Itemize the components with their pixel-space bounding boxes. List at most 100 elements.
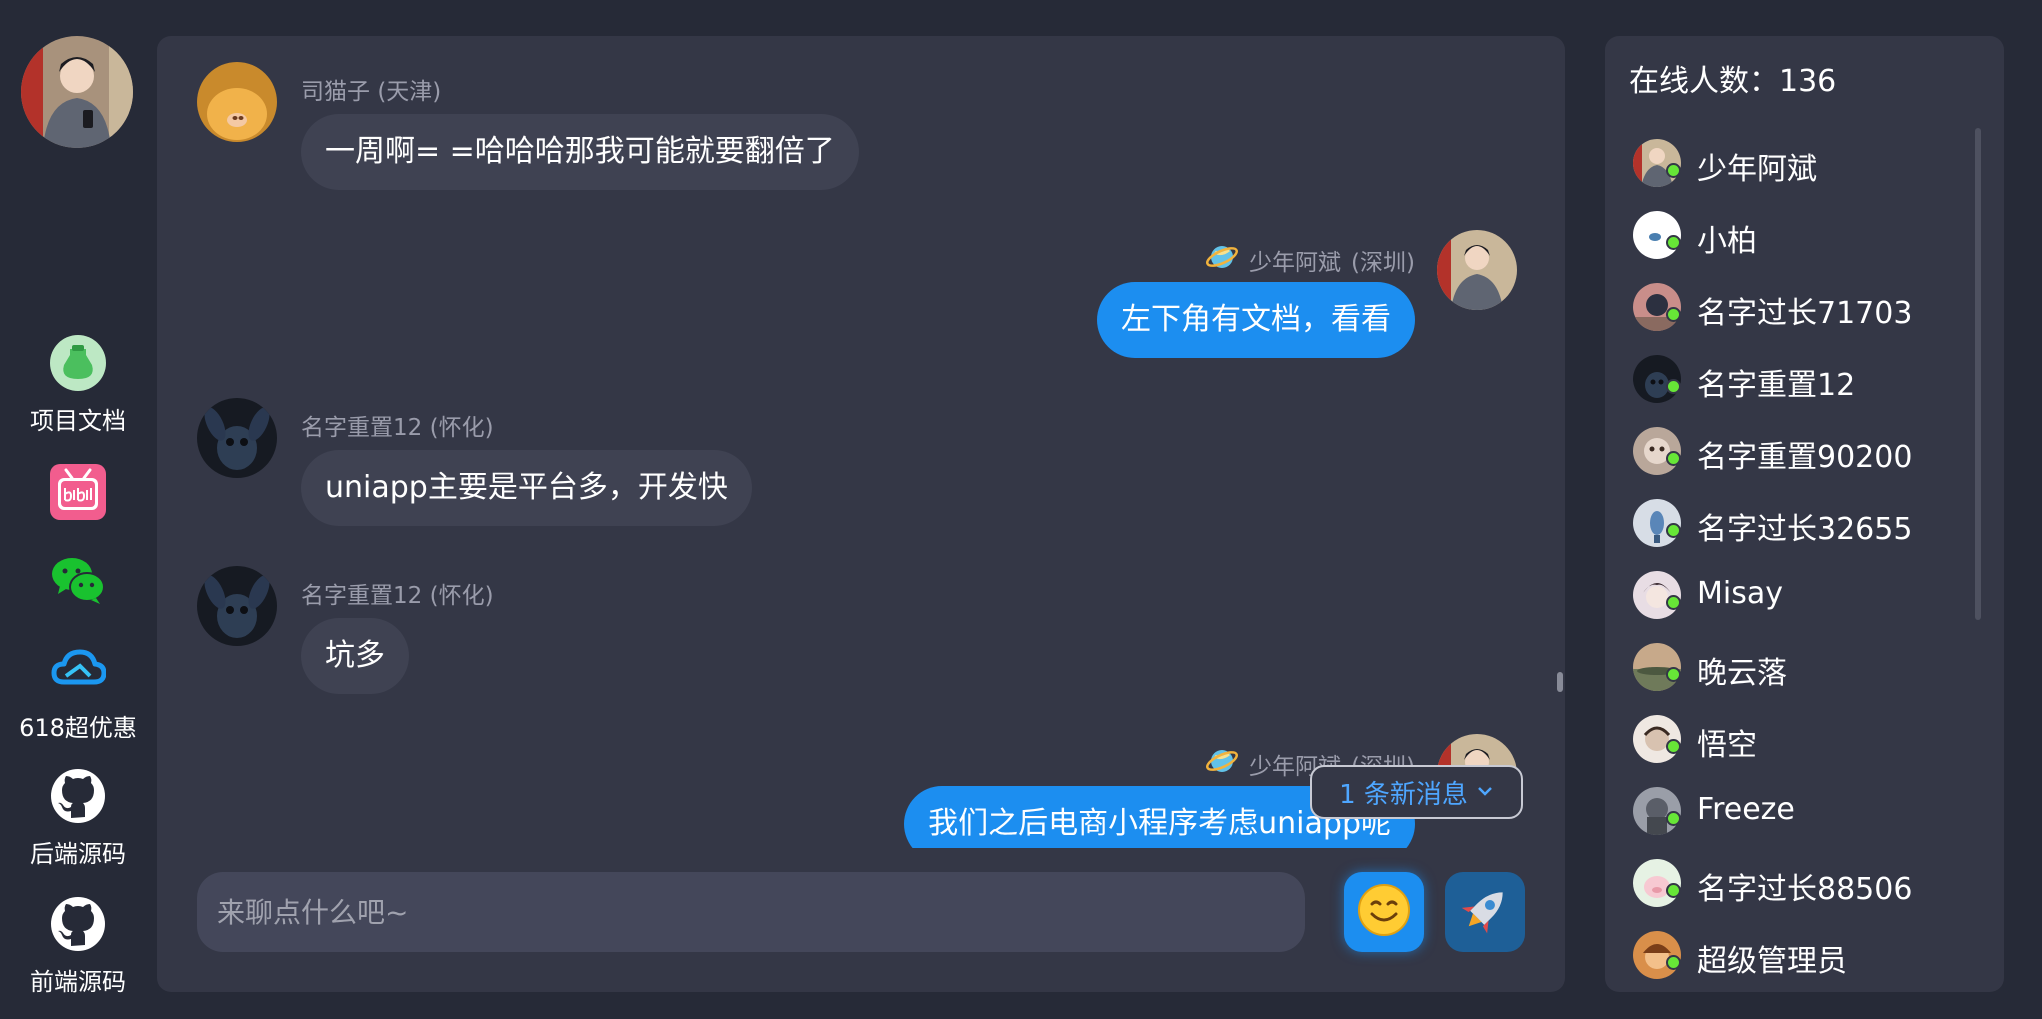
online-status-dot <box>1666 595 1681 610</box>
sender-name: 少年阿斌 <box>1249 250 1342 276</box>
user-avatar[interactable] <box>197 62 277 142</box>
sidebar-item-label: 618超优惠 <box>19 714 137 742</box>
user-name: 名字过长88506 <box>1697 872 1913 907</box>
planet-icon <box>1205 744 1239 784</box>
bilibili-icon <box>50 464 106 520</box>
online-status-dot <box>1666 379 1681 394</box>
user-name: 名字重置90200 <box>1697 440 1913 475</box>
online-user-item[interactable]: 名字重置90200 <box>1605 416 1985 488</box>
online-user-item[interactable]: 名字过长71703 <box>1605 272 1985 344</box>
message-meta: 少年阿斌 (深圳) <box>1205 240 1415 280</box>
chat-panel: 司猫子 (天津) 一周啊= =哈哈哈那我可能就要翻倍了 少年阿斌 (深圳) 左下… <box>157 36 1565 992</box>
avatar <box>1633 571 1681 619</box>
sender-location: (怀化) <box>429 415 494 441</box>
online-user-item[interactable]: 小柏 <box>1605 200 1985 272</box>
message-scrollbar[interactable] <box>1557 672 1563 692</box>
sidebar-item-bilibili[interactable] <box>0 464 156 520</box>
online-status-dot <box>1666 811 1681 826</box>
online-status-dot <box>1666 523 1681 538</box>
message-meta: 名字重置12 (怀化) <box>301 576 494 610</box>
online-count: 在线人数：136 <box>1629 64 1837 99</box>
message-bubble: uniapp主要是平台多，开发快 <box>301 450 752 526</box>
avatar <box>1633 427 1681 475</box>
avatar <box>1633 931 1681 979</box>
user-name: 名字重置12 <box>1697 368 1856 403</box>
new-message-label: 1 条新消息 <box>1339 779 1468 810</box>
project-docs-icon <box>50 335 106 391</box>
user-name: 名字过长71703 <box>1697 296 1913 331</box>
user-name: 小柏 <box>1697 224 1757 259</box>
sender-location: (天津) <box>377 79 442 105</box>
online-user-item[interactable]: 悟空 <box>1605 704 1985 776</box>
sidebar-item-frontend-source[interactable]: 前端源码 <box>0 896 156 997</box>
online-user-list[interactable]: 少年阿斌 小柏 名字过长71703 名字重置12 名字重置90200 名字过长3… <box>1605 128 2004 988</box>
sidebar-item-project-docs[interactable]: 项目文档 <box>0 335 156 436</box>
user-name: Freeze <box>1697 792 1795 827</box>
sender-name: 司猫子 <box>301 79 370 105</box>
sidebar: 项目文档 618超优惠 后端源码 前端源码 <box>0 0 156 1019</box>
online-status-dot <box>1666 451 1681 466</box>
sidebar-item-label: 前端源码 <box>30 968 126 996</box>
sender-name: 名字重置12 <box>301 415 423 441</box>
avatar <box>1633 787 1681 835</box>
github-icon <box>50 768 106 824</box>
user-name: 悟空 <box>1697 728 1757 763</box>
online-user-item[interactable]: 名字过长32655 <box>1605 488 1985 560</box>
emoji-button[interactable] <box>1344 872 1424 952</box>
online-users-panel: 在线人数：136 少年阿斌 小柏 名字过长71703 名字重置12 名字重置90… <box>1605 36 2004 992</box>
avatar <box>1633 283 1681 331</box>
sidebar-item-cloud-promo[interactable]: 618超优惠 <box>0 642 156 743</box>
sidebar-item-label: 项目文档 <box>30 407 126 435</box>
user-name: Misay <box>1697 576 1783 611</box>
message-bubble: 左下角有文档，看看 <box>1097 282 1415 358</box>
online-user-item[interactable]: 名字过长88506 <box>1605 848 1985 920</box>
message-meta: 名字重置12 (怀化) <box>301 408 494 442</box>
my-avatar[interactable] <box>21 36 133 148</box>
online-status-dot <box>1666 883 1681 898</box>
sidebar-item-wechat[interactable] <box>0 552 156 608</box>
avatar <box>1633 211 1681 259</box>
user-name: 晚云落 <box>1697 656 1787 691</box>
online-status-dot <box>1666 955 1681 970</box>
avatar <box>1633 643 1681 691</box>
message-list[interactable]: 司猫子 (天津) 一周啊= =哈哈哈那我可能就要翻倍了 少年阿斌 (深圳) 左下… <box>157 36 1565 848</box>
online-list-scrollbar[interactable] <box>1975 128 1981 620</box>
message-input[interactable] <box>197 872 1305 952</box>
new-message-button[interactable]: 1 条新消息 <box>1310 765 1523 819</box>
avatar <box>1633 499 1681 547</box>
online-user-item[interactable]: Misay <box>1605 560 1985 632</box>
wechat-icon <box>50 552 106 608</box>
rocket-icon <box>1456 881 1514 943</box>
sender-location: (深圳) <box>1351 250 1415 276</box>
user-name: 少年阿斌 <box>1697 152 1817 187</box>
avatar <box>1633 139 1681 187</box>
user-name: 超级管理员 <box>1697 944 1847 979</box>
sender-name: 名字重置12 <box>301 583 423 609</box>
message-bubble: 坑多 <box>301 618 409 694</box>
planet-icon <box>1205 240 1239 280</box>
avatar <box>1633 715 1681 763</box>
cloud-icon <box>50 642 106 698</box>
sidebar-item-label: 后端源码 <box>30 840 126 868</box>
user-avatar[interactable] <box>197 566 277 646</box>
avatar <box>1633 355 1681 403</box>
online-user-item[interactable]: 名字重置12 <box>1605 344 1985 416</box>
online-status-dot <box>1666 163 1681 178</box>
message-meta: 司猫子 (天津) <box>301 72 441 106</box>
user-avatar[interactable] <box>1437 230 1517 310</box>
avatar <box>1633 859 1681 907</box>
user-name: 名字过长32655 <box>1697 512 1913 547</box>
user-avatar[interactable] <box>197 398 277 478</box>
chat-app: 项目文档 618超优惠 后端源码 前端源码 司猫子 (天津) 一周啊= =哈哈哈… <box>0 0 2042 1019</box>
message-bubble: 一周啊= =哈哈哈那我可能就要翻倍了 <box>301 114 859 190</box>
online-user-item[interactable]: 晚云落 <box>1605 632 1985 704</box>
online-status-dot <box>1666 235 1681 250</box>
online-user-item[interactable]: 少年阿斌 <box>1605 128 1985 200</box>
send-button[interactable] <box>1445 872 1525 952</box>
github-icon <box>50 896 106 952</box>
online-user-item[interactable]: Freeze <box>1605 776 1985 848</box>
smiley-icon <box>1356 882 1412 942</box>
sidebar-item-backend-source[interactable]: 后端源码 <box>0 768 156 869</box>
online-user-item[interactable]: 超级管理员 <box>1605 920 1985 988</box>
online-status-dot <box>1666 667 1681 682</box>
